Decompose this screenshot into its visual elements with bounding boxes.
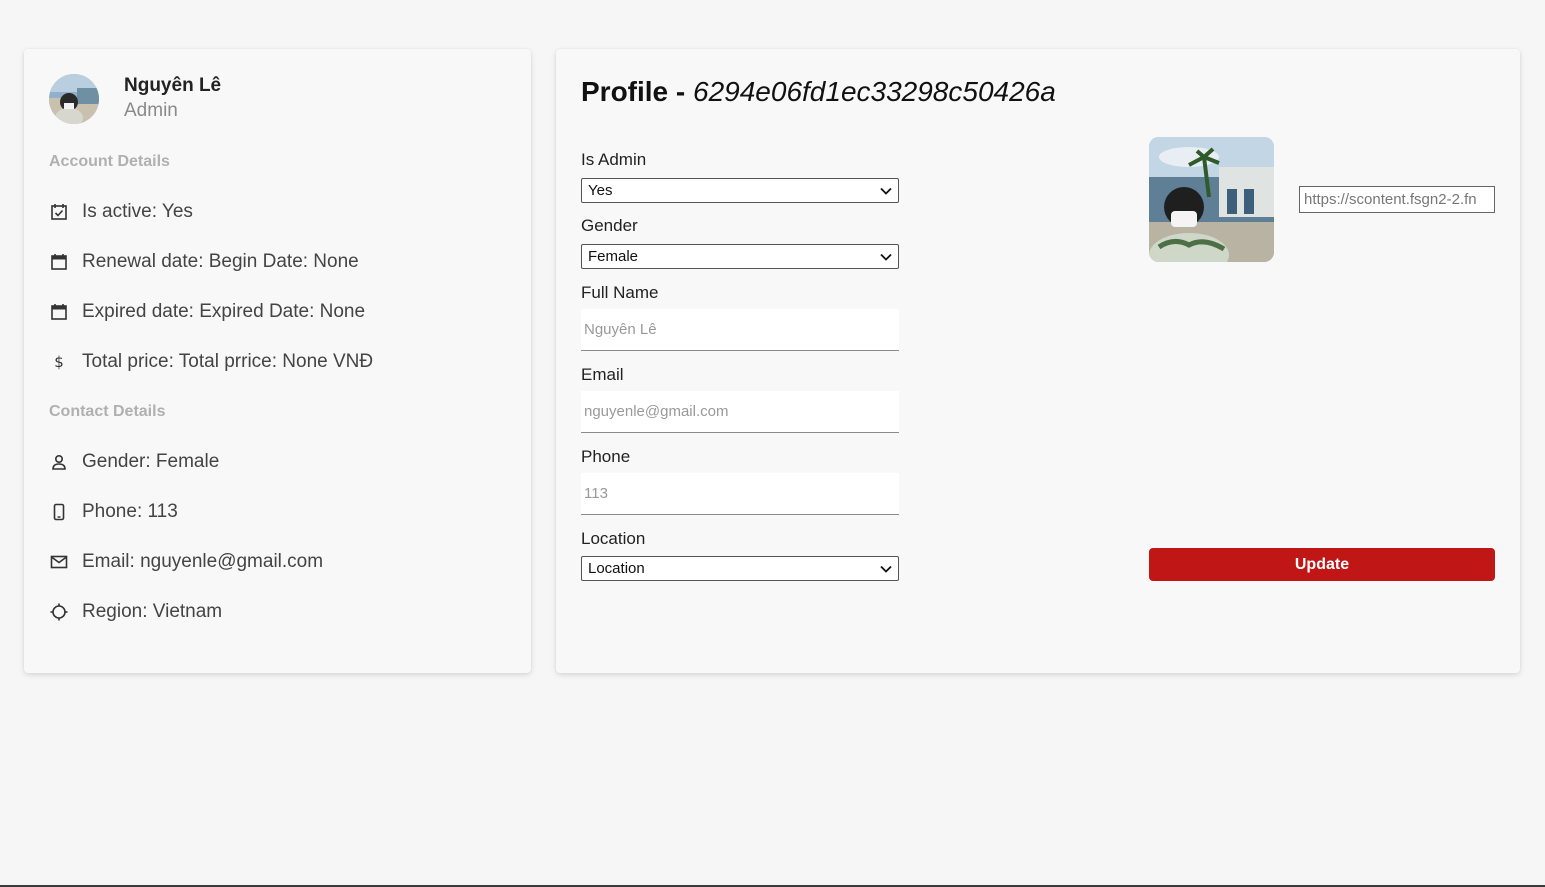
is-admin-select[interactable]: Yes (581, 178, 899, 203)
is-admin-label: Is Admin (581, 150, 647, 169)
avatar (49, 74, 99, 124)
email-label: Email (581, 365, 624, 384)
profile-photo (1149, 137, 1274, 262)
chevron-down-icon (880, 182, 892, 199)
detail-text: Gender: Female (82, 451, 220, 472)
calendar-icon (49, 252, 69, 272)
user-role: Admin (124, 100, 178, 121)
full-name-input[interactable]: Nguyên Lê (581, 309, 899, 351)
phone-placeholder: 113 (584, 485, 608, 502)
phone-input[interactable]: 113 (581, 473, 899, 515)
detail-region: Region: Vietnam (49, 599, 222, 625)
chevron-down-icon (880, 248, 892, 265)
phone-icon (49, 502, 69, 522)
profile-edit-card: Profile - 6294e06fd1ec33298c50426a Is Ad… (556, 49, 1520, 673)
profile-id: 6294e06fd1ec33298c50426a (693, 76, 1056, 107)
detail-expired-date: Expired date: Expired Date: None (49, 299, 365, 325)
email-field[interactable]: nguyenle@gmail.com (581, 391, 899, 433)
update-button[interactable]: Update (1149, 548, 1495, 581)
person-icon (49, 452, 69, 472)
detail-gender: Gender: Female (49, 449, 219, 475)
gender-value: Female (588, 248, 639, 265)
detail-total-price: $ Total price: Total prrice: None VNĐ (49, 349, 373, 375)
avatar-url-value: https://scontent.fsgn2-2.fn (1304, 191, 1477, 208)
detail-phone: Phone: 113 (49, 499, 178, 525)
detail-text: Total price: Total prrice: None VNĐ (82, 351, 374, 372)
account-summary-card: Nguyên Lê Admin Account Details Is activ… (24, 49, 531, 673)
location-select[interactable]: Location (581, 556, 899, 581)
avatar-url-input[interactable]: https://scontent.fsgn2-2.fn (1299, 186, 1495, 213)
detail-text: Region: Vietnam (82, 601, 223, 622)
mail-icon (49, 552, 69, 572)
detail-text: Email: nguyenle@gmail.com (82, 551, 324, 572)
page-title: Profile - 6294e06fd1ec33298c50426a (581, 76, 1056, 108)
detail-text: Expired date: Expired Date: None (82, 301, 366, 322)
dollar-icon: $ (49, 352, 69, 372)
email-placeholder: nguyenle@gmail.com (584, 403, 729, 420)
crosshair-icon (49, 602, 69, 622)
detail-text: Is active: Yes (82, 201, 193, 222)
detail-is-active: Is active: Yes (49, 199, 193, 225)
calendar-icon (49, 302, 69, 322)
svg-text:$: $ (54, 353, 64, 371)
location-value: Location (588, 560, 645, 577)
user-name: Nguyên Lê (124, 75, 222, 96)
is-admin-value: Yes (588, 182, 613, 199)
detail-renewal-date: Renewal date: Begin Date: None (49, 249, 359, 275)
detail-email: Email: nguyenle@gmail.com (49, 549, 323, 575)
gender-select[interactable]: Female (581, 244, 899, 269)
contact-details-title: Contact Details (49, 403, 166, 420)
gender-label: Gender (581, 216, 638, 235)
full-name-label: Full Name (581, 283, 659, 302)
location-label: Location (581, 529, 646, 548)
account-details-title: Account Details (49, 153, 170, 170)
chevron-down-icon (880, 560, 892, 577)
full-name-placeholder: Nguyên Lê (584, 321, 657, 338)
calendar-check-icon (49, 202, 69, 222)
detail-text: Renewal date: Begin Date: None (82, 251, 359, 272)
detail-text: Phone: 113 (82, 501, 178, 522)
profile-title-prefix: Profile - (581, 76, 694, 107)
phone-label: Phone (581, 447, 631, 466)
